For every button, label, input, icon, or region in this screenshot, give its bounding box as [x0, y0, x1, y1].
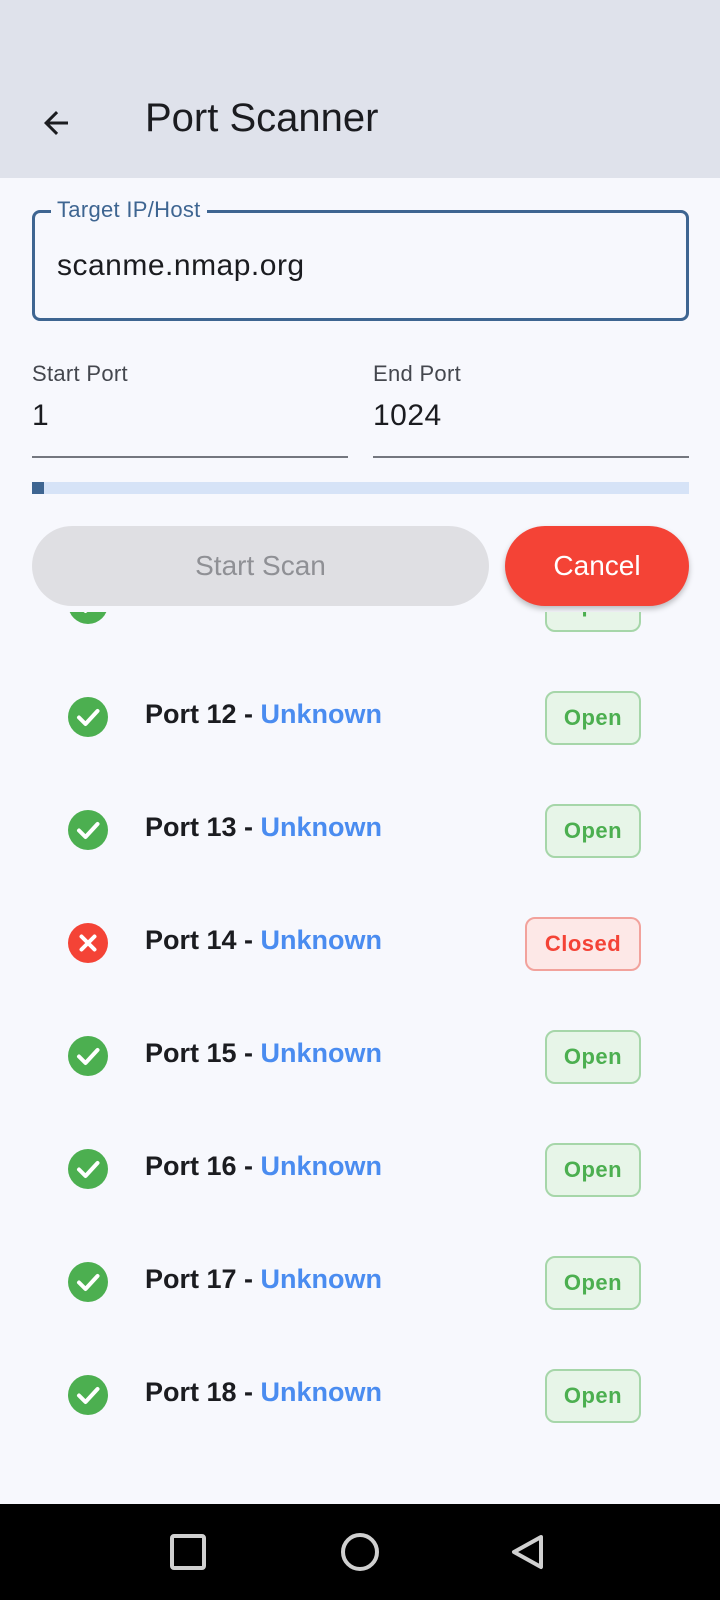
port-number: Port 15 - [145, 1038, 261, 1068]
back-nav-button[interactable] [508, 1532, 548, 1572]
start-port-label: Start Port [32, 361, 128, 386]
results-list[interactable]: Port 11 - Unknown Open Port 12 - Unknown Op… [0, 612, 720, 1504]
port-number: Port 18 - [145, 1377, 261, 1407]
port-label: Port 14 - Unknown [145, 925, 382, 956]
target-host-label: Target IP/Host [51, 197, 207, 223]
result-row[interactable]: Port 17 - Unknown Open [0, 1226, 720, 1339]
start-port-field[interactable]: Start Port 1 [32, 355, 348, 458]
service-name: Unknown [260, 1151, 383, 1181]
service-name: Unknown [260, 812, 383, 842]
port-label: Port 13 - Unknown [145, 812, 382, 843]
result-row[interactable]: Port 15 - Unknown Open [0, 1000, 720, 1113]
result-row[interactable]: Port 13 - Unknown Open [0, 774, 720, 887]
start-scan-button[interactable]: Start Scan [32, 526, 489, 606]
cancel-button[interactable]: Cancel [505, 526, 689, 606]
target-host-value[interactable]: scanme.nmap.org [57, 249, 305, 283]
end-port-value[interactable]: 1024 [373, 399, 442, 433]
port-label: Port 12 - Unknown [145, 699, 382, 730]
status-badge: Open [545, 612, 641, 632]
port-label: Port 15 - Unknown [145, 1038, 382, 1069]
end-port-label: End Port [373, 361, 462, 386]
port-number: Port 12 - [145, 699, 261, 729]
recents-button[interactable] [168, 1532, 208, 1572]
results-list-content: Port 11 - Unknown Open Port 12 - Unknown Op… [0, 612, 720, 1452]
home-icon [341, 1533, 379, 1571]
status-badge: Open [545, 1030, 641, 1084]
check-circle-icon [68, 810, 108, 850]
result-row[interactable]: Port 14 - Unknown Closed [0, 887, 720, 1000]
port-number: Port 16 - [145, 1151, 261, 1181]
back-button[interactable] [30, 97, 82, 149]
status-badge: Open [545, 804, 641, 858]
service-name: Unknown [260, 925, 383, 955]
status-badge: Open [545, 1369, 641, 1423]
back-triangle-icon [512, 1535, 543, 1569]
port-label: Port 18 - Unknown [145, 1377, 382, 1408]
check-circle-icon [68, 1375, 108, 1415]
result-row[interactable]: Port 16 - Unknown Open [0, 1113, 720, 1226]
port-number: Port 13 - [145, 812, 261, 842]
service-name: Unknown [260, 1264, 383, 1294]
target-host-field[interactable]: Target IP/Host scanme.nmap.org [32, 197, 689, 321]
port-number: Port 14 - [145, 925, 261, 955]
system-nav-bar [0, 1504, 720, 1600]
port-label: Port 17 - Unknown [145, 1264, 382, 1295]
status-badge: Closed [525, 917, 641, 971]
check-circle-icon [68, 697, 108, 737]
status-badge: Open [545, 1256, 641, 1310]
status-badge: Open [545, 691, 641, 745]
app-bar: Port Scanner [0, 0, 720, 178]
result-row[interactable]: Port 12 - Unknown Open [0, 661, 720, 774]
port-number: Port 17 - [145, 1264, 261, 1294]
cancel-circle-icon [68, 923, 108, 963]
scan-progress-fill [32, 482, 44, 494]
check-circle-icon [69, 612, 107, 624]
check-circle-icon [68, 1262, 108, 1302]
service-name: Unknown [260, 1038, 383, 1068]
check-circle-icon [68, 1036, 108, 1076]
recents-icon [170, 1534, 206, 1570]
page-title: Port Scanner [145, 96, 379, 140]
result-row[interactable]: Port 11 - Unknown Open [0, 612, 720, 661]
port-label: Port 11 - Unknown [145, 612, 381, 617]
status-badge: Open [545, 1143, 641, 1197]
arrow-back-icon [44, 111, 68, 135]
home-button[interactable] [340, 1532, 380, 1572]
end-port-field[interactable]: End Port 1024 [373, 355, 689, 458]
service-name: Unknown [260, 699, 383, 729]
service-name: Unknown [260, 1377, 383, 1407]
port-number: Port 11 - [145, 612, 259, 616]
scan-progress-bar [32, 482, 689, 494]
result-row[interactable]: Port 18 - Unknown Open [0, 1339, 720, 1452]
start-port-value[interactable]: 1 [32, 399, 49, 433]
port-label: Port 16 - Unknown [145, 1151, 382, 1182]
check-circle-icon [68, 1149, 108, 1189]
service-name: Unknown [259, 612, 381, 616]
